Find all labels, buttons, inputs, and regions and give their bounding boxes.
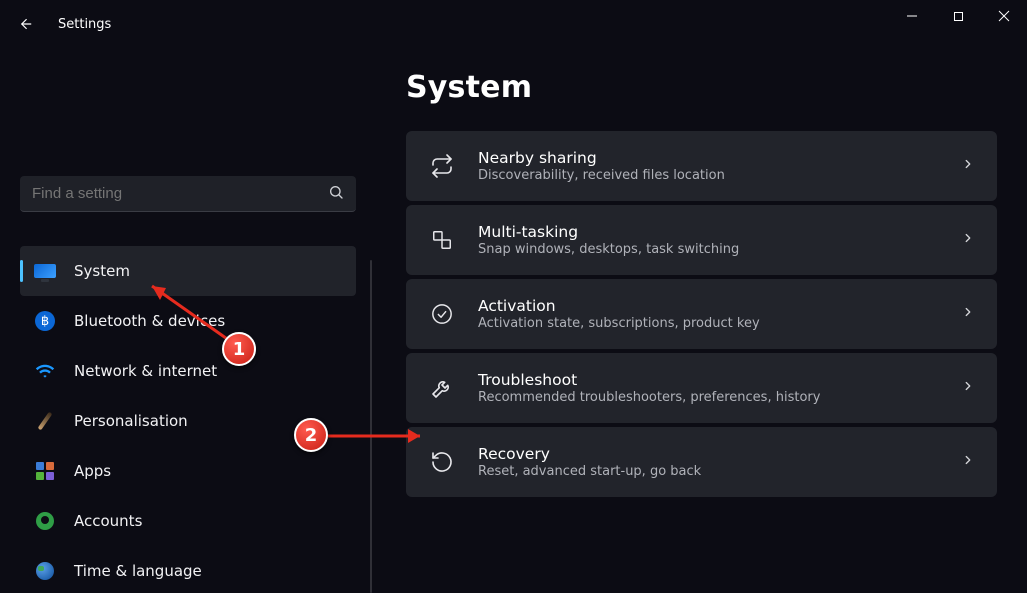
globe-clock-icon [34,560,56,582]
card-text: Multi-tasking Snap windows, desktops, ta… [478,223,939,257]
search-icon [328,184,344,204]
card-text: Activation Activation state, subscriptio… [478,297,939,331]
card-text: Troubleshoot Recommended troubleshooters… [478,371,939,405]
page-title: System [406,70,997,105]
card-text: Recovery Reset, advanced start-up, go ba… [478,445,939,479]
search-box[interactable] [20,176,356,212]
maximize-icon [953,11,964,22]
sidebar-item-label: Apps [74,462,111,480]
back-button[interactable] [0,0,48,48]
sidebar-item-time-language[interactable]: Time & language [20,546,356,593]
check-circle-icon [428,300,456,328]
sidebar-item-label: Bluetooth & devices [74,312,225,330]
bluetooth-icon: ฿ [34,310,56,332]
card-text: Nearby sharing Discoverability, received… [478,149,939,183]
chevron-right-icon [961,231,975,249]
sidebar-item-system[interactable]: System [20,246,356,296]
paintbrush-icon [34,410,56,432]
close-icon [998,10,1010,22]
apps-icon [34,460,56,482]
card-subtitle: Recommended troubleshooters, preferences… [478,390,939,405]
sidebar-item-label: Time & language [74,562,202,580]
card-title: Nearby sharing [478,149,939,167]
app-title: Settings [58,17,111,32]
sidebar-scrollbar[interactable] [370,260,372,593]
chevron-right-icon [961,379,975,397]
monitor-icon [34,260,56,282]
minimize-button[interactable] [889,0,935,32]
chevron-right-icon [961,305,975,323]
maximize-button[interactable] [935,0,981,32]
minimize-icon [906,10,918,22]
card-title: Multi-tasking [478,223,939,241]
share-icon [428,152,456,180]
person-icon [34,510,56,532]
annotation-balloon-1: 1 [222,332,256,366]
sidebar-item-apps[interactable]: Apps [20,446,356,496]
card-subtitle: Activation state, subscriptions, product… [478,316,939,331]
sidebar-item-label: Personalisation [74,412,188,430]
card-activation[interactable]: Activation Activation state, subscriptio… [406,279,997,349]
card-title: Recovery [478,445,939,463]
card-title: Activation [478,297,939,315]
card-subtitle: Reset, advanced start-up, go back [478,464,939,479]
titlebar: Settings [0,0,1027,48]
sidebar-item-label: System [74,262,130,280]
sidebar-item-accounts[interactable]: Accounts [20,496,356,546]
recovery-icon [428,448,456,476]
sidebar-item-label: Accounts [74,512,142,530]
wrench-icon [428,374,456,402]
card-multi-tasking[interactable]: Multi-tasking Snap windows, desktops, ta… [406,205,997,275]
card-troubleshoot[interactable]: Troubleshoot Recommended troubleshooters… [406,353,997,423]
chevron-right-icon [961,453,975,471]
annotation-number: 2 [305,425,318,446]
settings-card-list: Nearby sharing Discoverability, received… [406,131,997,497]
card-title: Troubleshoot [478,371,939,389]
back-arrow-icon [15,15,33,33]
sidebar-item-bluetooth[interactable]: ฿ Bluetooth & devices [20,296,356,346]
window-controls [889,0,1027,32]
sidebar-item-network[interactable]: Network & internet [20,346,356,396]
card-subtitle: Discoverability, received files location [478,168,939,183]
search-input[interactable] [32,185,328,202]
main-content: System Nearby sharing Discoverability, r… [406,70,997,583]
sidebar-item-label: Network & internet [74,362,217,380]
chevron-right-icon [961,157,975,175]
close-button[interactable] [981,0,1027,32]
annotation-balloon-2: 2 [294,418,328,452]
multitask-icon [428,226,456,254]
wifi-icon [34,360,56,382]
card-recovery[interactable]: Recovery Reset, advanced start-up, go ba… [406,427,997,497]
card-nearby-sharing[interactable]: Nearby sharing Discoverability, received… [406,131,997,201]
annotation-number: 1 [233,339,246,360]
card-subtitle: Snap windows, desktops, task switching [478,242,939,257]
